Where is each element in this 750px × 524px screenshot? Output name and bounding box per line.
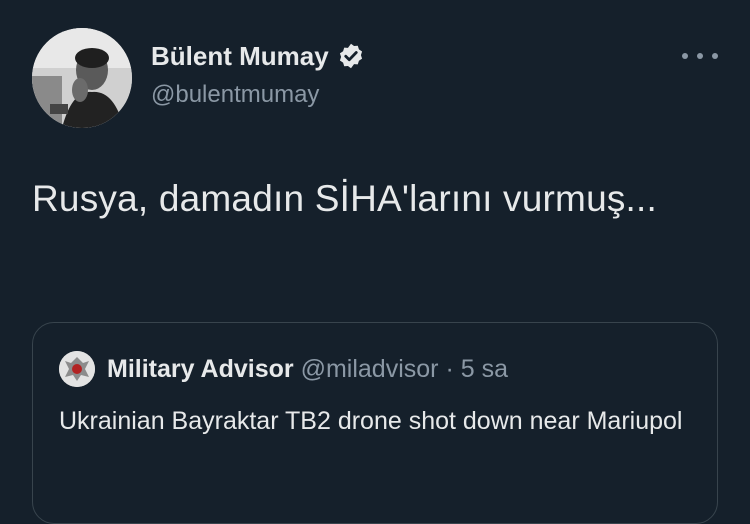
quote-handle[interactable]: @miladvisor (301, 355, 439, 383)
quote-separator: · (445, 355, 454, 383)
tweet-text: Rusya, damadın SİHA'larını vurmuş... (32, 178, 657, 219)
more-dot (712, 53, 718, 59)
author-avatar[interactable] (32, 28, 132, 128)
quote-author-avatar[interactable] (59, 351, 95, 387)
quoted-tweet-card[interactable]: Military Advisor @miladvisor · 5 sa Ukra… (32, 322, 718, 524)
more-dot (682, 53, 688, 59)
quote-header: Military Advisor @miladvisor · 5 sa (107, 353, 508, 385)
quote-display-name[interactable]: Military Advisor (107, 355, 294, 383)
author-display-name[interactable]: Bülent Mumay (151, 40, 329, 72)
author-handle[interactable]: @bulentmumay (151, 80, 319, 110)
quote-text: Ukrainian Bayraktar TB2 drone shot down … (59, 407, 683, 435)
more-options-icon[interactable] (682, 46, 718, 66)
author-name-row[interactable]: Bülent Mumay (151, 40, 365, 72)
quote-timestamp[interactable]: 5 sa (461, 355, 508, 383)
verified-badge-icon (337, 42, 365, 70)
more-dot (697, 53, 703, 59)
